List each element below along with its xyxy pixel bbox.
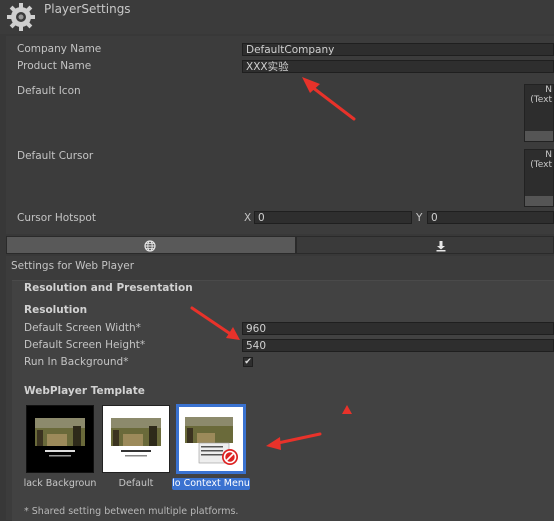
annotation-arrows (190, 77, 356, 450)
arrow-to-resolution (190, 306, 240, 340)
arrow-to-product-name (302, 77, 356, 121)
arrow-to-template (266, 432, 322, 450)
small-red-triangle (342, 405, 352, 414)
